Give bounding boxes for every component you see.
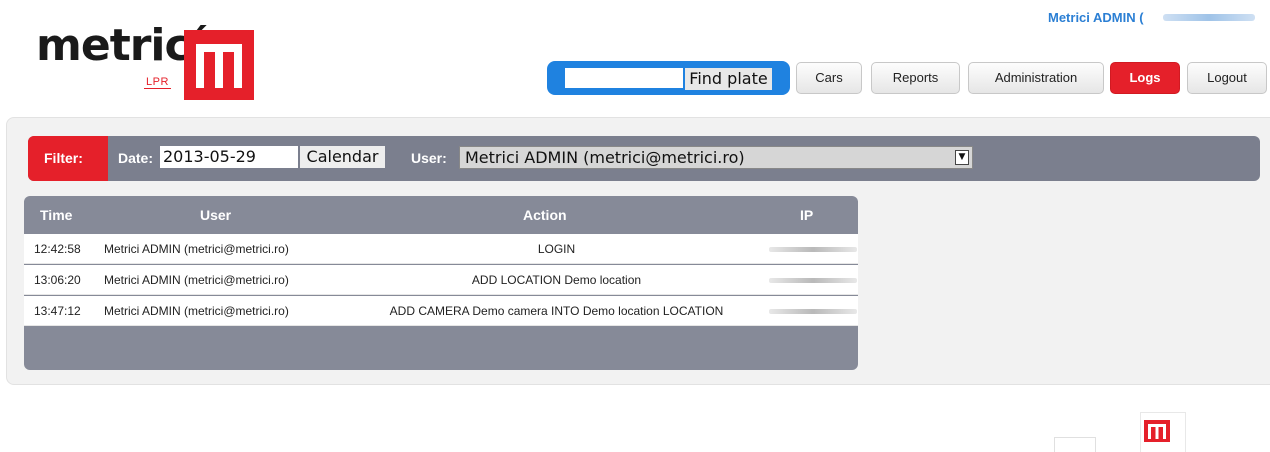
date-field[interactable]: 2013-05-29	[160, 146, 298, 168]
find-plate-search: Find plate	[547, 61, 790, 95]
row-user: Metrici ADMIN (metrici@metrici.ro)	[104, 273, 289, 287]
metrici-footer-logo-icon[interactable]	[1144, 420, 1170, 442]
calendar-button[interactable]: Calendar	[300, 146, 385, 168]
column-time: Time	[40, 207, 73, 223]
filter-label: Filter:	[28, 136, 108, 181]
row-ip-redacted	[769, 278, 857, 283]
row-action: LOGIN	[537, 242, 576, 256]
current-user-link[interactable]: Metrici ADMIN (	[1048, 10, 1144, 25]
user-email-redacted	[1163, 14, 1255, 21]
row-user: Metrici ADMIN (metrici@metrici.ro)	[104, 304, 289, 318]
row-action: ADD LOCATION Demo location	[471, 273, 642, 287]
nav-cars-button[interactable]: Cars	[796, 62, 862, 94]
logo-sub-label: LPR	[144, 76, 171, 89]
row-ip-redacted	[769, 309, 857, 314]
dropdown-arrow-icon[interactable]: ▼	[955, 150, 969, 165]
user-select[interactable]: Metrici ADMIN (metrici@metrici.ro) ▼	[459, 146, 973, 169]
row-time: 13:47:12	[34, 304, 81, 318]
table-row: 12:42:58 Metrici ADMIN (metrici@metrici.…	[24, 234, 858, 264]
metrici-mark-icon	[184, 30, 254, 100]
column-user: User	[200, 207, 232, 223]
column-action: Action	[523, 207, 567, 223]
log-table: Time User Action IP 12:42:58 Metrici ADM…	[24, 196, 858, 370]
row-time: 13:06:20	[34, 273, 81, 287]
row-ip-redacted	[769, 247, 857, 252]
footer-box	[1054, 437, 1096, 452]
table-row: 13:06:20 Metrici ADMIN (metrici@metrici.…	[24, 265, 858, 295]
user-filter-label: User:	[411, 150, 447, 166]
row-time: 12:42:58	[34, 242, 81, 256]
column-ip: IP	[800, 207, 814, 223]
log-table-header: Time User Action IP	[24, 196, 858, 234]
metrici-logo[interactable]: metricí LPR	[36, 24, 266, 104]
plate-search-input[interactable]	[565, 68, 683, 88]
user-select-value: Metrici ADMIN (metrici@metrici.ro)	[465, 148, 745, 167]
nav-logs-button[interactable]: Logs	[1110, 62, 1180, 94]
nav-reports-button[interactable]: Reports	[871, 62, 960, 94]
table-row: 13:47:12 Metrici ADMIN (metrici@metrici.…	[24, 296, 858, 326]
logo-wordmark: metricí	[36, 20, 205, 71]
nav-logout-button[interactable]: Logout	[1187, 62, 1267, 94]
row-action: ADD CAMERA Demo camera INTO Demo locatio…	[389, 304, 724, 318]
nav-administration-button[interactable]: Administration	[968, 62, 1104, 94]
row-user: Metrici ADMIN (metrici@metrici.ro)	[104, 242, 289, 256]
date-label: Date:	[118, 150, 154, 166]
find-plate-button[interactable]: Find plate	[685, 68, 772, 90]
